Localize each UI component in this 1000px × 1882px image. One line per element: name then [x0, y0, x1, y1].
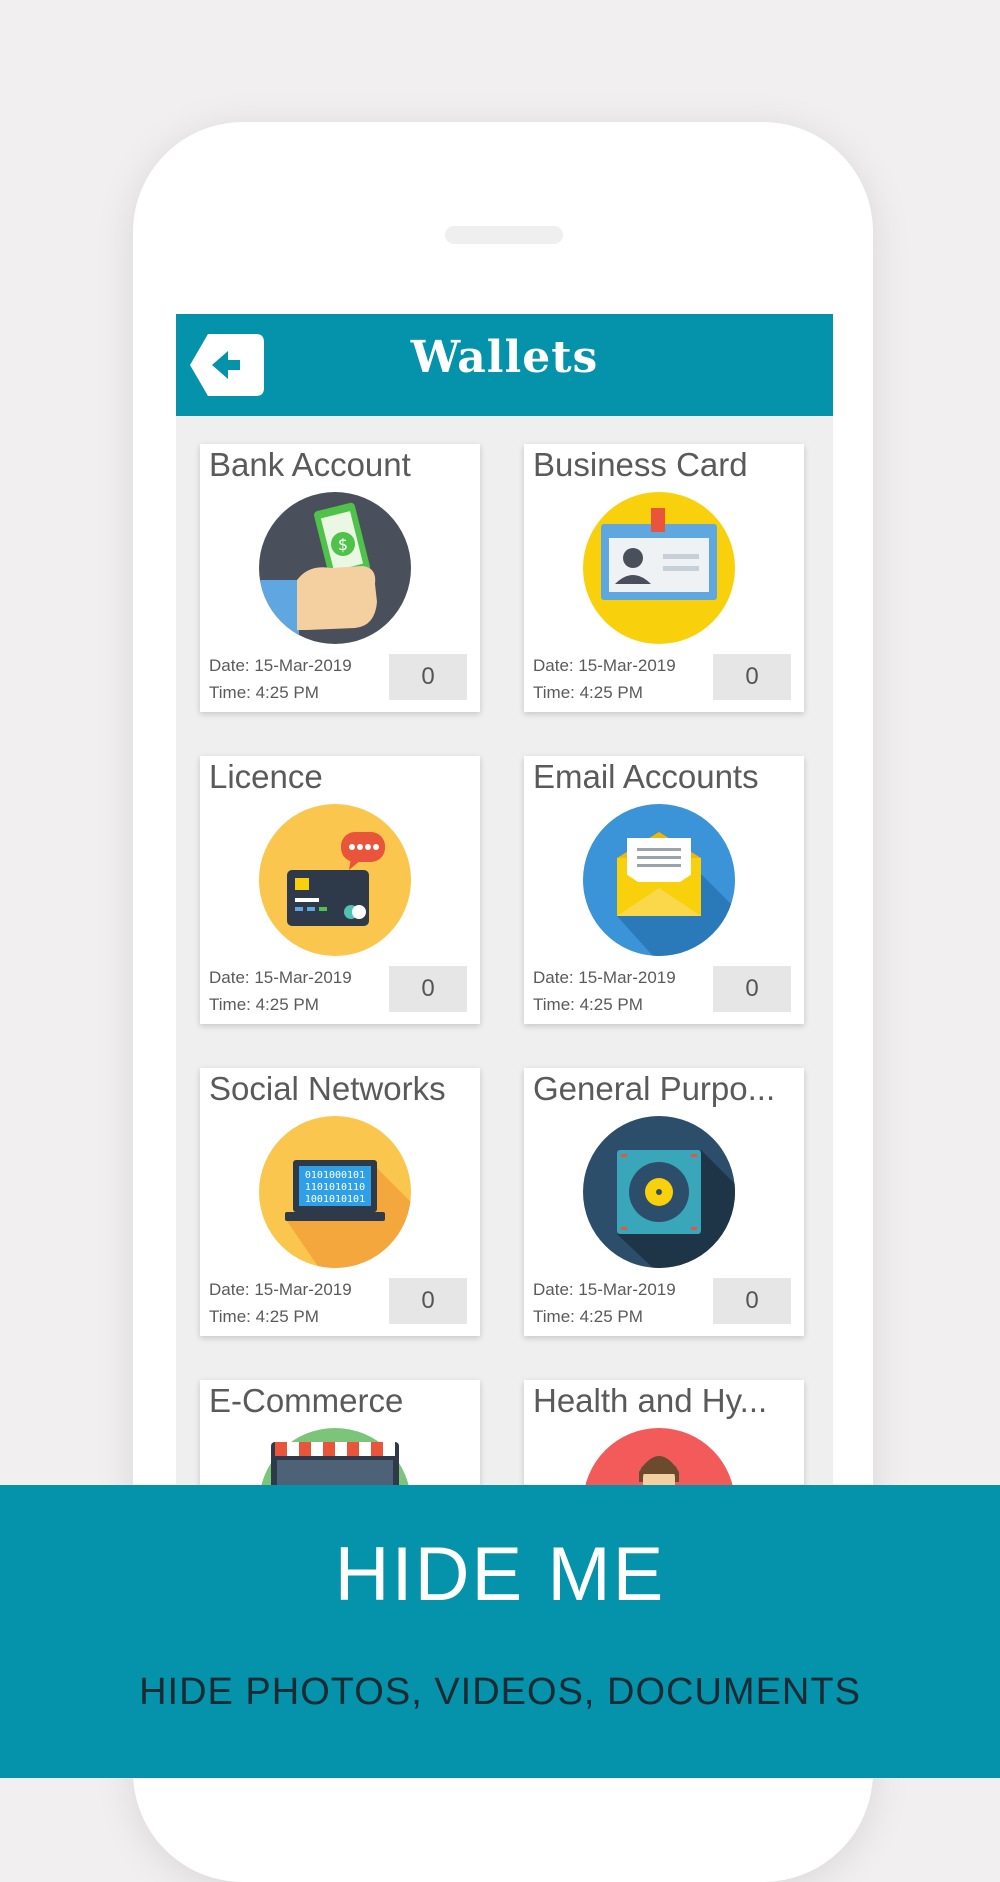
card-title: Health and Hy...	[533, 1382, 768, 1419]
card-date: Date: 15-Mar-2019	[209, 968, 352, 987]
app-bar: Wallets	[176, 314, 833, 416]
business-card-icon	[583, 492, 735, 644]
laptop-binary-icon: 0101000101 1101010110 1001010101	[259, 1116, 411, 1268]
wallet-card-business-card[interactable]: Business Card Date: 15-Mar-2019 Time: 4:…	[524, 444, 804, 712]
card-date: Date: 15-Mar-2019	[533, 968, 676, 987]
svg-text:1101010110: 1101010110	[305, 1182, 365, 1193]
item-count-badge: 0	[713, 654, 791, 700]
card-time: Time: 4:25 PM	[209, 1307, 319, 1326]
card-date: Date: 15-Mar-2019	[209, 656, 352, 675]
promo-banner: HIDE ME HIDE PHOTOS, VIDEOS, DOCUMENTS	[0, 1485, 1000, 1778]
banner-title: HIDE ME	[334, 1532, 666, 1617]
wallet-card-licence[interactable]: Licence Date: 15-Mar-2019 Time: 4:25 PM …	[200, 756, 480, 1024]
item-count-badge: 0	[713, 1278, 791, 1324]
card-time: Time: 4:25 PM	[533, 995, 643, 1014]
card-title: Email Accounts	[533, 758, 759, 795]
card-time: Time: 4:25 PM	[209, 683, 319, 702]
card-time: Time: 4:25 PM	[533, 1307, 643, 1326]
card-title: General Purpo...	[533, 1070, 776, 1107]
svg-text:0101000101: 0101000101	[305, 1170, 365, 1181]
card-date: Date: 15-Mar-2019	[209, 1280, 352, 1299]
svg-text:1001010101: 1001010101	[305, 1194, 365, 1205]
page-title: Wallets	[410, 332, 599, 383]
item-count-badge: 0	[713, 966, 791, 1012]
svg-text:$: $	[338, 535, 348, 554]
card-title: E-Commerce	[209, 1382, 404, 1419]
item-count-badge: 0	[389, 966, 467, 1012]
card-date: Date: 15-Mar-2019	[533, 1280, 676, 1299]
card-time: Time: 4:25 PM	[533, 683, 643, 702]
card-time: Time: 4:25 PM	[209, 995, 319, 1014]
card-title: Bank Account	[209, 446, 411, 483]
card-title: Business Card	[533, 446, 748, 483]
card-title: Licence	[209, 758, 323, 795]
phone-speaker	[445, 226, 563, 244]
safe-vault-icon	[583, 1116, 735, 1268]
item-count-badge: 0	[389, 1278, 467, 1324]
item-count-badge: 0	[389, 654, 467, 700]
email-envelope-icon	[583, 804, 735, 956]
wallet-card-bank-account[interactable]: Bank Account $ Date: 15-Mar-2019 Time: 4…	[200, 444, 480, 712]
wallet-card-social-networks[interactable]: Social Networks 0101000101 1101010110 10…	[200, 1068, 480, 1336]
wallet-card-email-accounts[interactable]: Email Accounts Date: 15-Mar-2019 Time: 4…	[524, 756, 804, 1024]
bank-account-icon: $	[259, 492, 411, 644]
wallet-card-general-purpose[interactable]: General Purpo... Date: 15-Mar-2019 Time:…	[524, 1068, 804, 1336]
card-date: Date: 15-Mar-2019	[533, 656, 676, 675]
banner-subtitle: HIDE PHOTOS, VIDEOS, DOCUMENTS	[139, 1671, 861, 1713]
card-title: Social Networks	[209, 1070, 446, 1107]
licence-card-icon	[259, 804, 411, 956]
app-screen: Wallets Bank Account $ Date: 15-Mar-2019…	[176, 314, 833, 1614]
